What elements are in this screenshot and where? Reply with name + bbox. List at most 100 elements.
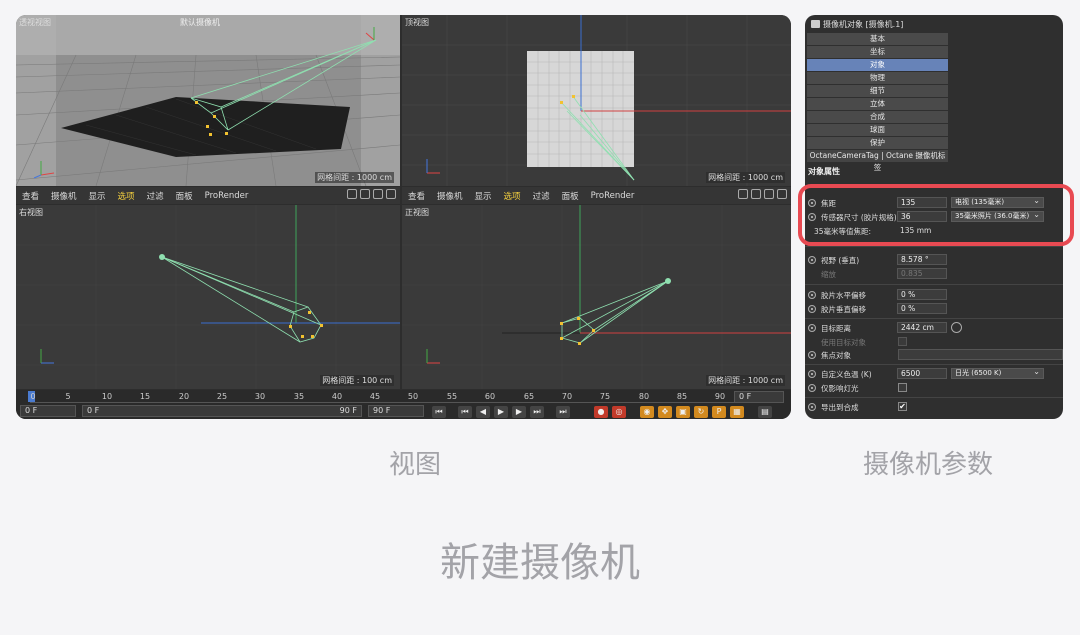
right-view[interactable]: 右视图 网格间距 : 100 cm [16,205,400,389]
focus-object-link-field[interactable] [898,349,1063,360]
attributes-title: 摄像机对象 [摄像机.1] [823,20,904,29]
tab-basic[interactable]: 基本 [807,33,948,45]
tab-physical[interactable]: 物理 [807,72,948,84]
tick-label: 80 [638,392,650,401]
divider [805,246,1063,247]
prev-key-button[interactable]: ⏮ [458,406,472,418]
keyframe-radio[interactable] [808,370,816,378]
record-button[interactable]: ● [594,406,608,418]
menu-camera[interactable]: 摄像机 [437,190,463,202]
prev-frame-button[interactable]: ◀ [476,406,490,418]
tab-protection[interactable]: 保护 [807,137,948,149]
tick-label: 45 [369,392,381,401]
menu-display[interactable]: 显示 [89,190,106,202]
menu-prorender[interactable]: ProRender [591,191,635,201]
tab-spherical[interactable]: 球面 [807,124,948,136]
end-frame-field[interactable]: 90 F [368,405,424,417]
menu-panel[interactable]: 面板 [562,190,579,202]
top-view[interactable]: 顶视图 网格间距 : 1000 cm [402,15,791,186]
tab-coords[interactable]: 坐标 [807,46,948,58]
affect-lights-row: 仅影响灯光 [805,382,1063,395]
menubar-left: 查看 摄像机 显示 选项 过滤 面板 ProRender [16,187,400,204]
tab-details[interactable]: 细节 [807,85,948,97]
param-key-button[interactable]: P [712,406,726,418]
right-scene [16,205,400,389]
rotate-icon[interactable] [764,189,774,199]
use-target-checkbox[interactable] [898,337,907,346]
next-frame-button[interactable]: ▶ [512,406,526,418]
pan-icon[interactable] [738,189,748,199]
fov-row: 视野 (垂直) 8.578 ° [805,254,1063,267]
menu-display[interactable]: 显示 [475,190,492,202]
autokey-button[interactable]: ◎ [612,406,626,418]
use-target-label: 使用目标对象 [821,338,866,347]
white-balance-label: 自定义色温 (K) [821,370,872,379]
menu-view[interactable]: 查看 [22,190,39,202]
timeline-ruler[interactable]: 0 5 10 15 20 25 30 35 40 45 50 55 60 65 … [28,390,742,403]
tick-label: 40 [331,392,343,401]
menu-options[interactable]: 选项 [118,190,135,202]
go-to-end-button[interactable]: ⏭ [556,406,570,418]
go-to-start-button[interactable]: ⏮ [432,406,446,418]
export-compositing-checkbox[interactable]: ✔ [898,402,907,411]
start-frame-field[interactable]: 0 F [20,405,76,417]
tick-label: 90 [714,392,726,401]
keyframe-radio[interactable] [808,403,816,411]
tick-label: 60 [484,392,496,401]
white-balance-preset[interactable]: 日光 (6500 K) [951,367,1044,379]
scheme-button[interactable]: ▤ [758,406,772,418]
tab-stereo[interactable]: 立体 [807,98,948,110]
keyframe-selection-button[interactable]: ◉ [640,406,654,418]
keyframe-radio[interactable] [808,351,816,359]
tick-label: 15 [139,392,151,401]
scale-key-button[interactable]: ▣ [676,406,690,418]
camera-icon [811,20,820,28]
menu-camera[interactable]: 摄像机 [51,190,77,202]
dolly-icon[interactable] [360,189,370,199]
tab-composition[interactable]: 合成 [807,111,948,123]
menu-options[interactable]: 选项 [504,190,521,202]
keyframe-radio[interactable] [808,291,816,299]
keyframe-radio[interactable] [808,305,816,313]
dolly-icon[interactable] [751,189,761,199]
pick-target-icon[interactable] [951,322,962,333]
film-h-offset-input[interactable]: 0 % [897,289,947,300]
perspective-view[interactable]: 透视视图 默认摄像机 网格间距 : 1000 cm [16,15,400,186]
rotate-key-button[interactable]: ↻ [694,406,708,418]
menu-prorender[interactable]: ProRender [205,191,249,201]
affect-lights-checkbox[interactable] [898,383,907,392]
tab-octane-camera-tag[interactable]: OctaneCameraTag | Octane 摄像机标签 [807,150,948,172]
menu-filter[interactable]: 过滤 [147,190,164,202]
zoom-row: 缩放 0.835 [805,268,1063,281]
front-view[interactable]: 正视图 网格间距 : 1000 cm [402,205,791,389]
keyframe-radio[interactable] [808,256,816,264]
rotate-icon[interactable] [373,189,383,199]
keyframe-radio[interactable] [808,324,816,332]
maximize-icon[interactable] [777,189,787,199]
focus-object-row: 焦点对象 [805,349,1063,362]
target-distance-input[interactable]: 2442 cm [897,322,947,333]
tick-label: 65 [523,392,535,401]
film-v-offset-input[interactable]: 0 % [897,303,947,314]
current-frame-field[interactable]: 0 F [734,391,784,403]
play-button[interactable]: ▶ [494,406,508,418]
next-key-button[interactable]: ⏭ [530,406,544,418]
menu-filter[interactable]: 过滤 [533,190,550,202]
film-h-offset-label: 胶片水平偏移 [821,291,866,300]
right-grid-label: 网格间距 : 100 cm [320,375,394,386]
caption-viewport: 视图 [388,450,441,480]
fov-input[interactable]: 8.578 ° [897,254,947,265]
tab-object[interactable]: 对象 [807,59,948,71]
pla-key-button[interactable]: ▦ [730,406,744,418]
pan-icon[interactable] [347,189,357,199]
right-view-label: 右视图 [19,208,43,217]
move-key-button[interactable]: ✥ [658,406,672,418]
menu-panel[interactable]: 面板 [176,190,193,202]
range-slider[interactable]: 0 F 90 F [82,405,362,417]
white-balance-input[interactable]: 6500 [897,368,947,379]
keyframe-radio[interactable] [808,384,816,392]
front-grid-label: 网格间距 : 1000 cm [706,375,785,386]
range-end: 90 F [339,406,357,415]
maximize-icon[interactable] [386,189,396,199]
menu-view[interactable]: 查看 [408,190,425,202]
